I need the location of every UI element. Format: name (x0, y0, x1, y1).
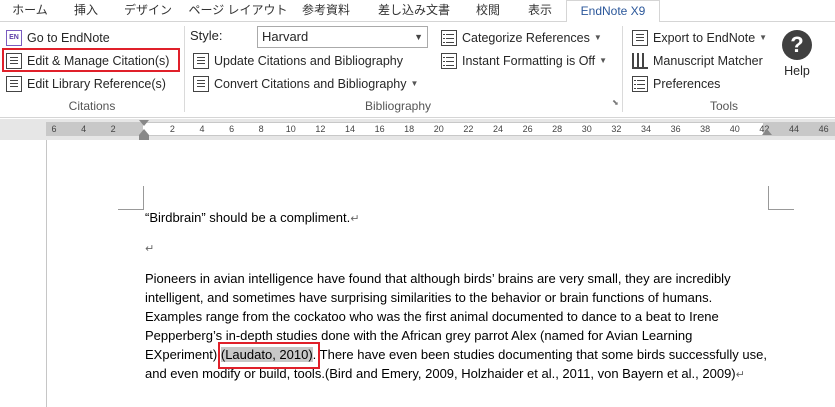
help-icon: ? (782, 30, 812, 60)
convert-icon (193, 76, 209, 92)
tab-insert[interactable]: 挿入 (66, 0, 106, 22)
ruler-tick-label: 26 (522, 124, 533, 134)
update-citations-button[interactable]: Update Citations and Bibliography (193, 50, 403, 72)
group-divider (184, 26, 185, 112)
ribbon: EN Go to EndNote Edit & Manage Citation(… (0, 22, 835, 118)
ruler-tick-label: 4 (81, 124, 87, 134)
document-paragraph-1[interactable]: “Birdbrain” should be a compliment.↵ (145, 208, 767, 229)
instant-formatting-label: Instant Formatting is Off (462, 54, 596, 68)
tab-review[interactable]: 校閲 (468, 0, 508, 22)
update-label: Update Citations and Bibliography (214, 54, 404, 68)
instant-formatting-button[interactable]: Instant Formatting is Off ▼ (441, 50, 607, 72)
tab-references[interactable]: 参考資料 (298, 0, 354, 22)
edit-library-label: Edit Library Reference(s) (27, 77, 166, 91)
ruler-tick-label: 4 (199, 124, 205, 134)
convert-label: Convert Citations and Bibliography (214, 77, 407, 91)
crop-mark-top-left (118, 186, 144, 210)
help-button[interactable]: ? Help (780, 30, 814, 78)
tab-home[interactable]: ホーム (8, 0, 52, 22)
preferences-icon (632, 76, 648, 92)
library-reference-icon (6, 76, 22, 92)
edit-library-reference-button[interactable]: Edit Library Reference(s) (6, 73, 166, 95)
categorize-label: Categorize References (462, 31, 590, 45)
convert-citations-button[interactable]: Convert Citations and Bibliography ▼ (193, 73, 418, 95)
ruler-tick-label: 12 (315, 124, 326, 134)
ruler-tick-label: 28 (552, 124, 563, 134)
ruler-tick-label: 22 (463, 124, 474, 134)
tab-page-layout[interactable]: ページ レイアウト (188, 0, 288, 22)
ruler-tick-label: 20 (433, 124, 444, 134)
instant-formatting-icon (441, 53, 457, 69)
style-label: Style: (190, 28, 223, 43)
tab-view[interactable]: 表示 (518, 0, 562, 22)
go-to-endnote-label: Go to EndNote (27, 31, 110, 45)
update-icon (193, 53, 209, 69)
ruler-tick-label: 14 (344, 124, 356, 134)
chevron-down-icon: ▼ (414, 32, 423, 42)
first-line-indent-marker[interactable] (139, 120, 149, 126)
categorize-icon (441, 30, 457, 46)
matcher-icon (632, 53, 648, 69)
ruler-tick-label: 2 (169, 124, 175, 134)
ruler-left-margin (46, 123, 143, 135)
style-select[interactable]: Harvard ▼ (257, 26, 428, 48)
ruler-tick-label: 32 (611, 124, 622, 134)
export-to-endnote-button[interactable]: Export to EndNote ▼ (632, 27, 767, 49)
ruler-tick-label: 10 (285, 124, 296, 134)
ruler-tick-label: 6 (229, 124, 235, 134)
highlight-box (2, 48, 180, 72)
chevron-down-icon: ▼ (410, 79, 419, 88)
manuscript-matcher-button[interactable]: Manuscript Matcher (632, 50, 763, 72)
endnote-icon: EN (6, 30, 22, 46)
ruler-tick-label: 16 (374, 124, 385, 134)
crop-mark-top-right (768, 186, 794, 210)
bibliography-group-label: Bibliography (364, 99, 432, 113)
tab-endnote[interactable]: EndNote X9 (566, 0, 660, 23)
tab-design[interactable]: デザイン (120, 0, 176, 22)
ruler-tick-label: 46 (818, 124, 829, 134)
export-label: Export to EndNote (653, 31, 756, 45)
matcher-label: Manuscript Matcher (653, 54, 763, 68)
ruler-tick-label: 44 (788, 124, 800, 134)
ruler-tick-label: 40 (729, 124, 740, 134)
export-icon (632, 30, 648, 46)
page-left-edge (46, 140, 47, 407)
chevron-down-icon: ▼ (599, 56, 608, 65)
ruler-tick-label: 34 (640, 124, 652, 134)
ruler-tick-label: 36 (670, 124, 681, 134)
ruler-tick-label: 2 (110, 124, 116, 134)
ruler-tick-label: 30 (581, 124, 592, 134)
chevron-down-icon: ▼ (593, 33, 602, 42)
document-paragraph-empty[interactable]: ↵ (145, 238, 767, 259)
citation-highlight-box (218, 342, 320, 369)
ruler-tick-label: 6 (51, 124, 57, 134)
categorize-references-button[interactable]: Categorize References ▼ (441, 27, 602, 49)
ruler-track: 6 4 2 2 4 6 8 10 12 14 16 18 20 22 24 26 28 30 32 34 36 38 40 4… (46, 122, 835, 136)
paragraph-mark: ↵ (735, 369, 745, 381)
group-divider (622, 26, 623, 112)
ruler-tick-label: 24 (492, 124, 504, 134)
go-to-endnote-button[interactable]: EN Go to EndNote (6, 27, 110, 49)
tab-mailings[interactable]: 差し込み文書 (374, 0, 454, 22)
ribbon-tabs: ホーム 挿入 デザイン ページ レイアウト 参考資料 差し込み文書 校閲 表示 … (0, 0, 835, 23)
tools-group-label: Tools (709, 99, 738, 113)
citations-group-label: Citations (68, 99, 116, 113)
ruler-tick-label: 38 (700, 124, 711, 134)
paragraph-1-text: “Birdbrain” should be a compliment. (145, 210, 351, 225)
style-value: Harvard (262, 29, 309, 44)
horizontal-ruler: 6 4 2 2 4 6 8 10 12 14 16 18 20 22 24 26 28 30 32 34 36 38 40 4… (0, 119, 835, 140)
dialog-launcher-icon[interactable]: ⬊ (612, 92, 619, 114)
help-label: Help (784, 64, 810, 78)
paragraph-mark: ↵ (350, 213, 360, 225)
ruler-tick-label: 8 (258, 124, 264, 134)
preferences-label: Preferences (653, 77, 721, 91)
paragraph-mark: ↵ (145, 243, 155, 255)
right-indent-marker[interactable] (762, 129, 772, 135)
ruler-tick-label: 18 (404, 124, 415, 134)
chevron-down-icon: ▼ (759, 33, 768, 42)
preferences-button[interactable]: Preferences (632, 73, 720, 95)
